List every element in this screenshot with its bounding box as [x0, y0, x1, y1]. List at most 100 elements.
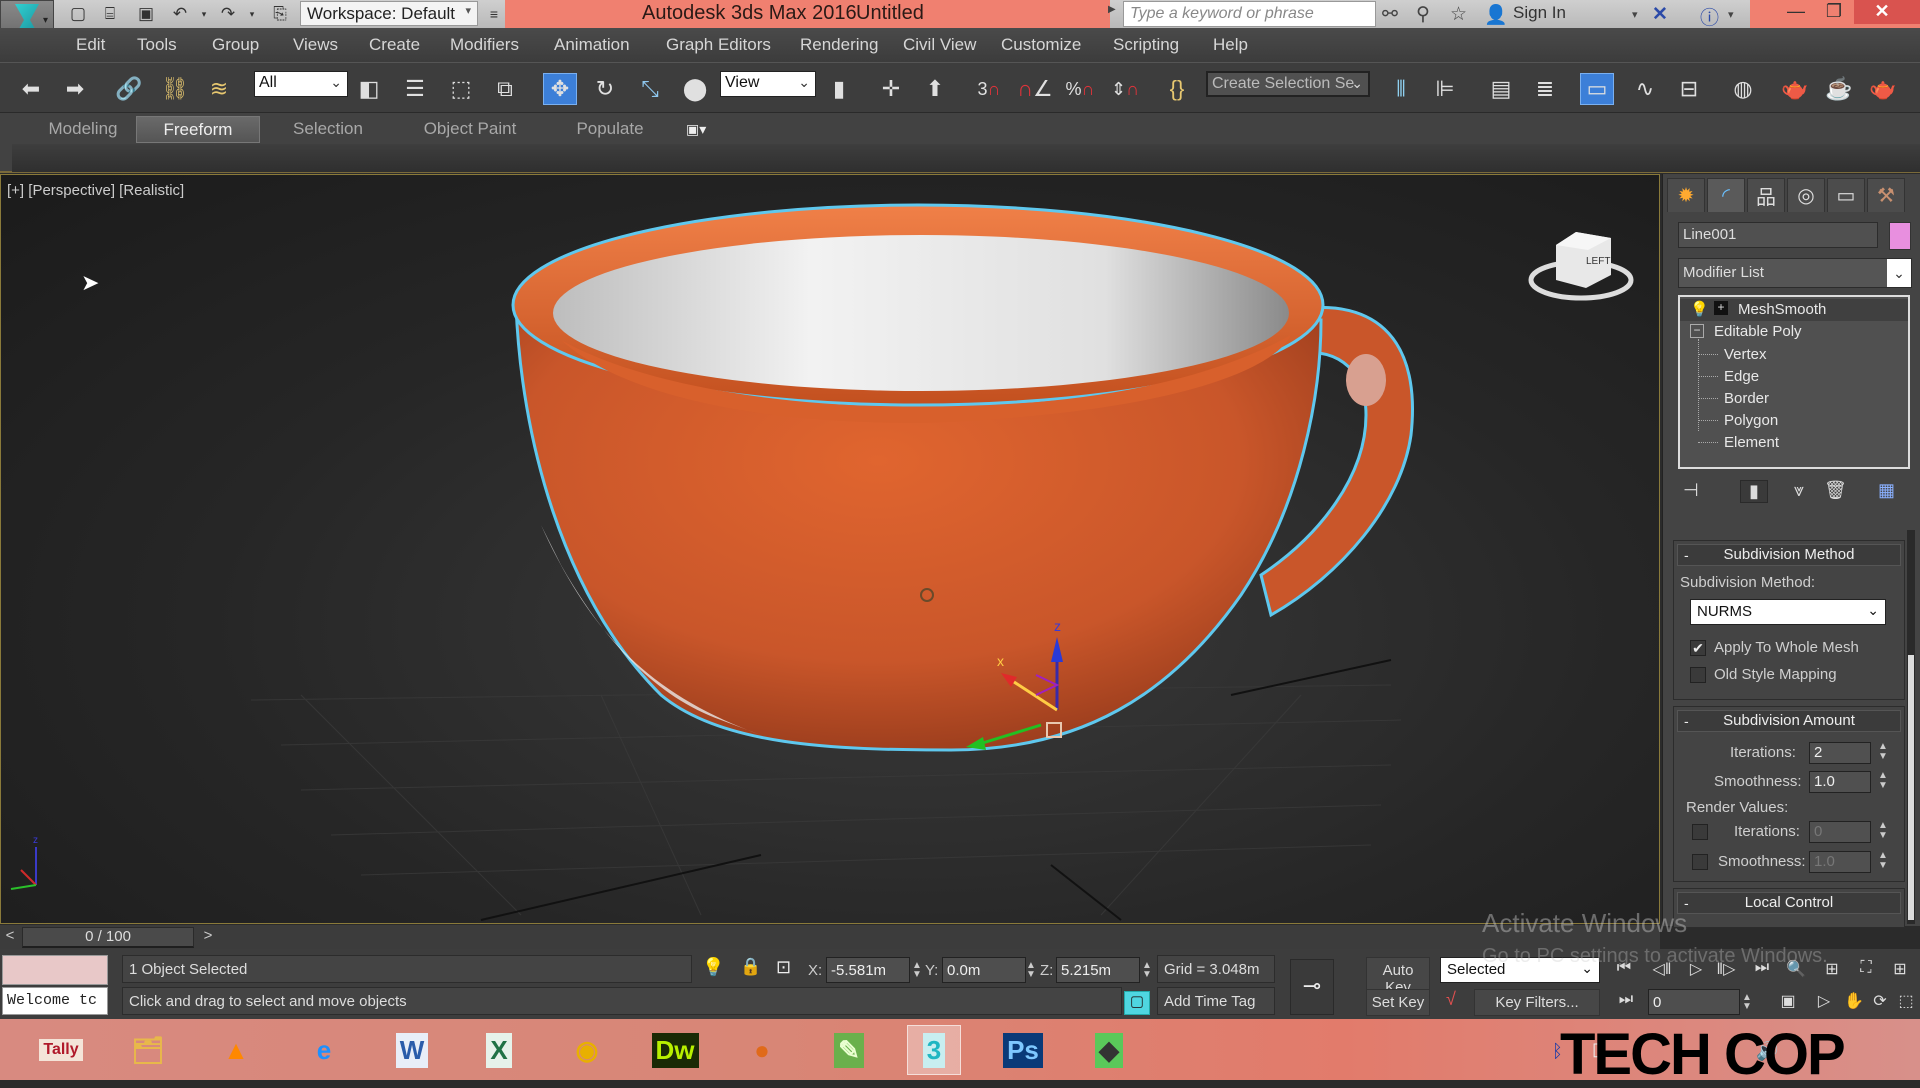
- customize-qat-icon[interactable]: ≡: [482, 3, 506, 25]
- taskbar-app-tally[interactable]: Tally: [34, 1025, 88, 1075]
- redo-icon[interactable]: ➡: [58, 73, 92, 105]
- keyboard-shortcut-override-icon[interactable]: ⬆: [918, 73, 952, 105]
- subdivision-method-dropdown[interactable]: NURMS ⌄: [1690, 599, 1886, 625]
- smoothness-spinner-arrows[interactable]: ▲ ▼: [1876, 771, 1890, 793]
- menu-views[interactable]: Views: [293, 35, 338, 55]
- zoom-extents-icon[interactable]: ⛶: [1852, 959, 1880, 977]
- key-mode-toggle-icon[interactable]: ⏭: [1612, 991, 1640, 1009]
- absolute-mode-icon[interactable]: ⊡: [776, 957, 791, 978]
- make-unique-icon[interactable]: ⩔: [1794, 480, 1804, 501]
- current-frame-field[interactable]: 0: [1648, 989, 1740, 1015]
- create-tab-icon[interactable]: ✹: [1667, 178, 1705, 212]
- command-panel-scrollbar[interactable]: [1907, 530, 1915, 924]
- z-spinner-arrows[interactable]: ▲ ▼: [1142, 961, 1152, 980]
- frame-spinner-arrows[interactable]: ▲ ▼: [1742, 993, 1752, 1012]
- ribbon-options-icon[interactable]: ▣▾: [686, 121, 706, 138]
- stack-subobject-border[interactable]: Border: [1680, 388, 1908, 410]
- set-keys-key-icon[interactable]: ⊸: [1290, 959, 1334, 1015]
- star-icon[interactable]: ☆: [1450, 3, 1467, 26]
- object-name-field[interactable]: Line001: [1678, 222, 1878, 248]
- stack-item-meshsmooth[interactable]: 💡 + MeshSmooth: [1680, 299, 1908, 321]
- close-button[interactable]: ✕: [1860, 0, 1904, 24]
- orbit-icon[interactable]: ⟳: [1866, 991, 1894, 1011]
- save-icon[interactable]: ▣: [134, 3, 158, 25]
- taskbar-app-internet-explorer[interactable]: e: [297, 1025, 351, 1075]
- show-end-result-icon[interactable]: ▮: [1740, 480, 1768, 503]
- menu-rendering[interactable]: Rendering: [800, 35, 878, 55]
- menu-edit[interactable]: Edit: [76, 35, 105, 55]
- menu-help[interactable]: Help: [1213, 35, 1248, 55]
- selection-filter-dropdown[interactable]: All ⌄: [254, 71, 348, 97]
- material-editor-icon[interactable]: ◍: [1726, 73, 1760, 105]
- iterations-spinner-arrows[interactable]: ▲ ▼: [1876, 742, 1890, 764]
- time-slider-thumb[interactable]: 0 / 100: [22, 927, 194, 948]
- configure-modifier-sets-icon[interactable]: ▦: [1878, 480, 1895, 501]
- bind-space-warp-icon[interactable]: ≋: [202, 73, 236, 105]
- smoothness-spinner[interactable]: 1.0: [1809, 771, 1871, 793]
- hierarchy-tab-icon[interactable]: 品: [1747, 178, 1785, 212]
- y-spinner-arrows[interactable]: ▲ ▼: [1026, 961, 1036, 980]
- tab-modeling[interactable]: Modeling: [30, 116, 136, 143]
- taskbar-app-3ds-max[interactable]: 3: [907, 1025, 961, 1075]
- stack-item-editable-poly[interactable]: − Editable Poly: [1680, 321, 1908, 343]
- redo-dropdown-icon[interactable]: ▾: [240, 3, 264, 25]
- tab-object-paint[interactable]: Object Paint: [410, 116, 530, 143]
- open-folder-icon[interactable]: ⌸: [98, 3, 122, 25]
- project-folder-icon[interactable]: ⎘: [268, 3, 292, 25]
- restore-button[interactable]: ❐: [1812, 0, 1856, 24]
- workspace-dropdown[interactable]: Workspace: Default ▾: [300, 1, 478, 26]
- viewcube[interactable]: LEFT: [1526, 220, 1636, 310]
- taskbar-app-chrome[interactable]: ◉: [560, 1025, 614, 1075]
- render-smoothness-checkbox[interactable]: [1692, 854, 1708, 870]
- menu-animation[interactable]: Animation: [554, 35, 630, 55]
- render-smoothness-spinner[interactable]: 1.0: [1809, 851, 1871, 873]
- default-tangents-icon[interactable]: √: [1446, 989, 1456, 1010]
- render-setup-icon[interactable]: 🫖: [1778, 73, 1812, 105]
- rendered-frame-window-icon[interactable]: ☕: [1822, 73, 1856, 105]
- time-slider[interactable]: < 0 / 100 >: [0, 925, 1660, 949]
- select-by-name-icon[interactable]: ☰: [398, 73, 432, 105]
- sign-in-link[interactable]: Sign In: [1513, 3, 1566, 23]
- select-place-icon[interactable]: ⬤: [678, 73, 712, 105]
- help-icon[interactable]: ⓘ: [1700, 3, 1719, 30]
- pan-view-icon[interactable]: ✋: [1840, 991, 1868, 1011]
- maxscript-listener-output[interactable]: [2, 955, 108, 985]
- named-selection-dropdown[interactable]: Create Selection Se ⌄: [1206, 71, 1370, 97]
- spinner-snap-icon[interactable]: ⇕ ∩: [1108, 73, 1142, 105]
- satellite-icon[interactable]: ⚲: [1416, 3, 1430, 26]
- render-iterations-spinner[interactable]: 0: [1809, 821, 1871, 843]
- tab-freeform[interactable]: Freeform: [136, 116, 260, 143]
- taskbar-app-photoshop[interactable]: Ps: [996, 1025, 1050, 1075]
- tab-populate[interactable]: Populate: [562, 116, 658, 143]
- render-production-icon[interactable]: 🫖: [1866, 73, 1900, 105]
- undo-icon[interactable]: ↶: [168, 3, 192, 25]
- window-crossing-icon[interactable]: ⧉: [488, 73, 522, 105]
- scene-explorer-icon[interactable]: ▤: [1484, 73, 1518, 105]
- render-smoothness-spinner-arrows[interactable]: ▲ ▼: [1876, 851, 1890, 873]
- manipulate-icon[interactable]: ✛: [874, 73, 908, 105]
- select-object-icon[interactable]: ◧: [352, 73, 386, 105]
- schematic-view-icon[interactable]: ⊟: [1672, 73, 1706, 105]
- selection-lock-icon[interactable]: 🔒: [740, 957, 761, 977]
- menu-scripting[interactable]: Scripting: [1113, 35, 1179, 55]
- help-dropdown-icon[interactable]: ▾: [1728, 8, 1734, 21]
- z-coordinate-field[interactable]: 5.215m: [1056, 957, 1140, 983]
- expand-icon[interactable]: +: [1714, 301, 1728, 315]
- taskbar-app-word[interactable]: W: [385, 1025, 439, 1075]
- stack-subobject-edge[interactable]: Edge: [1680, 366, 1908, 388]
- search-expand-icon[interactable]: ▶: [1108, 4, 1116, 15]
- time-slider-next[interactable]: >: [198, 927, 218, 947]
- layer-manager-icon[interactable]: ≣: [1528, 73, 1562, 105]
- menu-civil-view[interactable]: Civil View: [903, 35, 976, 55]
- apply-whole-mesh-checkbox[interactable]: ✔: [1690, 640, 1706, 656]
- snaps-toggle-icon[interactable]: 3 ∩: [972, 73, 1006, 105]
- pin-stack-icon[interactable]: ⊣: [1683, 480, 1699, 501]
- render-iterations-spinner-arrows[interactable]: ▲ ▼: [1876, 821, 1890, 843]
- object-color-swatch[interactable]: [1889, 222, 1911, 250]
- taskbar-app-dreamweaver[interactable]: Dw: [648, 1025, 702, 1075]
- new-file-icon[interactable]: ▢: [66, 3, 90, 25]
- viewport-perspective[interactable]: [+] [Perspective] [Realistic] z x z LEFT…: [0, 174, 1660, 924]
- redo-icon[interactable]: ↷: [216, 3, 240, 25]
- exchange-icon[interactable]: ✕: [1652, 3, 1668, 26]
- menu-graph-editors[interactable]: Graph Editors: [666, 35, 771, 55]
